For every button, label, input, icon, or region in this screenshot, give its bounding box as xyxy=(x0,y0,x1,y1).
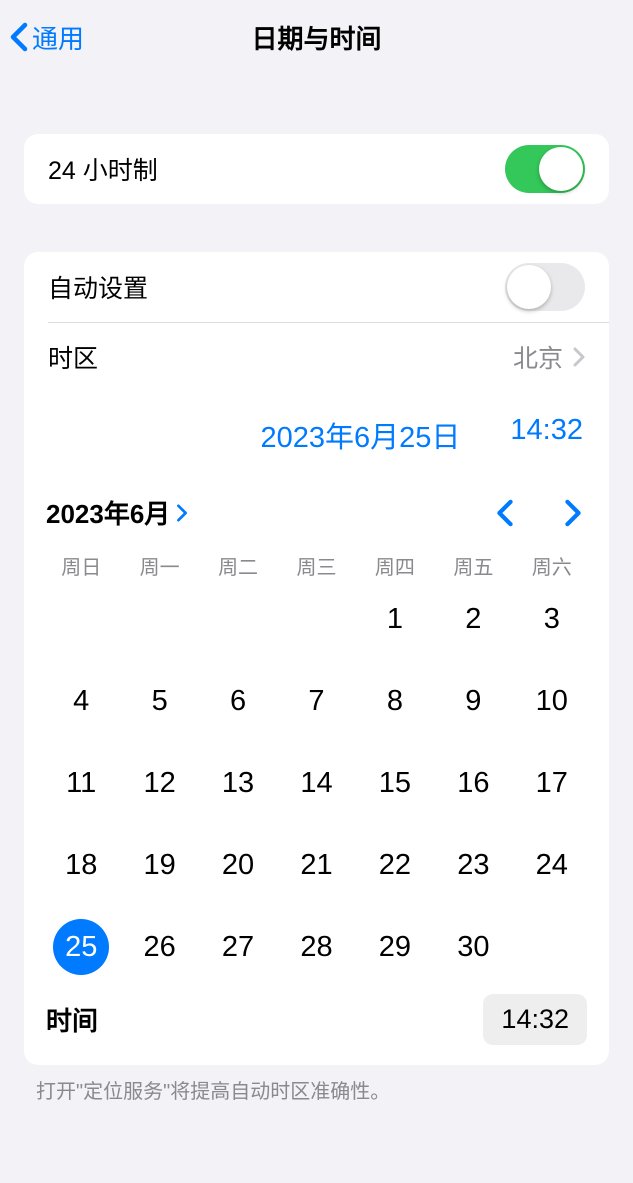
day-cell[interactable]: 5 xyxy=(120,672,198,730)
switch-auto-set[interactable] xyxy=(505,263,585,311)
weekday-label: 周一 xyxy=(120,551,198,580)
time-label: 时间 xyxy=(46,1001,98,1038)
value-timezone: 北京 xyxy=(513,339,563,375)
label-24hour: 24 小时制 xyxy=(48,151,158,187)
day-empty xyxy=(42,590,120,648)
chevron-left-icon xyxy=(496,499,514,527)
weekday-label: 周二 xyxy=(199,551,277,580)
weekday-label: 周六 xyxy=(513,551,591,580)
next-month-button[interactable] xyxy=(559,499,587,527)
switch-24hour[interactable] xyxy=(505,145,585,193)
weekday-label: 周日 xyxy=(42,551,120,580)
weekday-label: 周五 xyxy=(434,551,512,580)
weekday-label: 周三 xyxy=(277,551,355,580)
day-cell[interactable]: 2 xyxy=(434,590,512,648)
day-cell[interactable]: 6 xyxy=(199,672,277,730)
row-auto-set: 自动设置 xyxy=(24,252,609,322)
day-cell[interactable]: 8 xyxy=(356,672,434,730)
day-empty xyxy=(120,590,198,648)
day-cell[interactable]: 30 xyxy=(434,918,512,976)
day-cell[interactable]: 15 xyxy=(356,754,434,812)
day-cell[interactable]: 12 xyxy=(120,754,198,812)
chevron-right-icon xyxy=(573,347,585,367)
day-cell[interactable]: 17 xyxy=(513,754,591,812)
day-cell[interactable]: 22 xyxy=(356,836,434,894)
section-datetime: 自动设置 时区 北京 2023年6月25日 14:32 2023年6月 周日周一… xyxy=(24,252,609,1065)
day-cell[interactable]: 28 xyxy=(277,918,355,976)
day-cell[interactable]: 16 xyxy=(434,754,512,812)
day-cell[interactable]: 24 xyxy=(513,836,591,894)
day-cell[interactable]: 7 xyxy=(277,672,355,730)
weekday-row: 周日周一周二周三周四周五周六 xyxy=(24,545,609,584)
prev-month-button[interactable] xyxy=(491,499,519,527)
selected-date-display[interactable]: 2023年6月25日 xyxy=(261,414,461,456)
day-cell[interactable]: 14 xyxy=(277,754,355,812)
day-empty xyxy=(277,590,355,648)
day-cell[interactable]: 13 xyxy=(199,754,277,812)
section-24hour: 24 小时制 xyxy=(24,134,609,204)
chevron-right-icon xyxy=(564,499,582,527)
weekday-label: 周四 xyxy=(356,551,434,580)
day-cell[interactable]: 19 xyxy=(120,836,198,894)
time-picker-button[interactable]: 14:32 xyxy=(483,994,587,1045)
day-cell[interactable]: 26 xyxy=(120,918,198,976)
day-cell[interactable]: 11 xyxy=(42,754,120,812)
day-cell[interactable]: 29 xyxy=(356,918,434,976)
row-24hour: 24 小时制 xyxy=(24,134,609,204)
day-cell[interactable]: 3 xyxy=(513,590,591,648)
day-cell[interactable]: 1 xyxy=(356,590,434,648)
time-row: 时间 14:32 xyxy=(24,990,609,1065)
day-cell[interactable]: 23 xyxy=(434,836,512,894)
selected-date-time-row: 2023年6月25日 14:32 xyxy=(24,392,609,470)
day-cell[interactable]: 27 xyxy=(199,918,277,976)
day-cell[interactable]: 20 xyxy=(199,836,277,894)
selected-time-display[interactable]: 14:32 xyxy=(510,414,583,456)
label-timezone: 时区 xyxy=(48,339,98,375)
day-cell[interactable]: 9 xyxy=(434,672,512,730)
day-cell[interactable]: 10 xyxy=(513,672,591,730)
month-year-label: 2023年6月 xyxy=(46,494,170,531)
label-auto-set: 自动设置 xyxy=(48,269,148,305)
day-cell[interactable]: 21 xyxy=(277,836,355,894)
chevron-right-icon xyxy=(176,504,188,522)
month-year-button[interactable]: 2023年6月 xyxy=(46,494,188,531)
day-cell[interactable]: 18 xyxy=(42,836,120,894)
days-grid: 1234567891011121314151617181920212223242… xyxy=(24,584,609,990)
back-label: 通用 xyxy=(32,19,84,56)
day-empty xyxy=(199,590,277,648)
footer-note: 打开"定位服务"将提高自动时区准确性。 xyxy=(0,1065,633,1114)
chevron-left-icon xyxy=(10,22,28,52)
page-title: 日期与时间 xyxy=(251,19,381,56)
calendar-header: 2023年6月 xyxy=(24,470,609,545)
row-timezone[interactable]: 时区 北京 xyxy=(24,322,609,392)
back-button[interactable]: 通用 xyxy=(0,19,84,56)
day-cell[interactable]: 25 xyxy=(42,918,120,976)
day-cell[interactable]: 4 xyxy=(42,672,120,730)
